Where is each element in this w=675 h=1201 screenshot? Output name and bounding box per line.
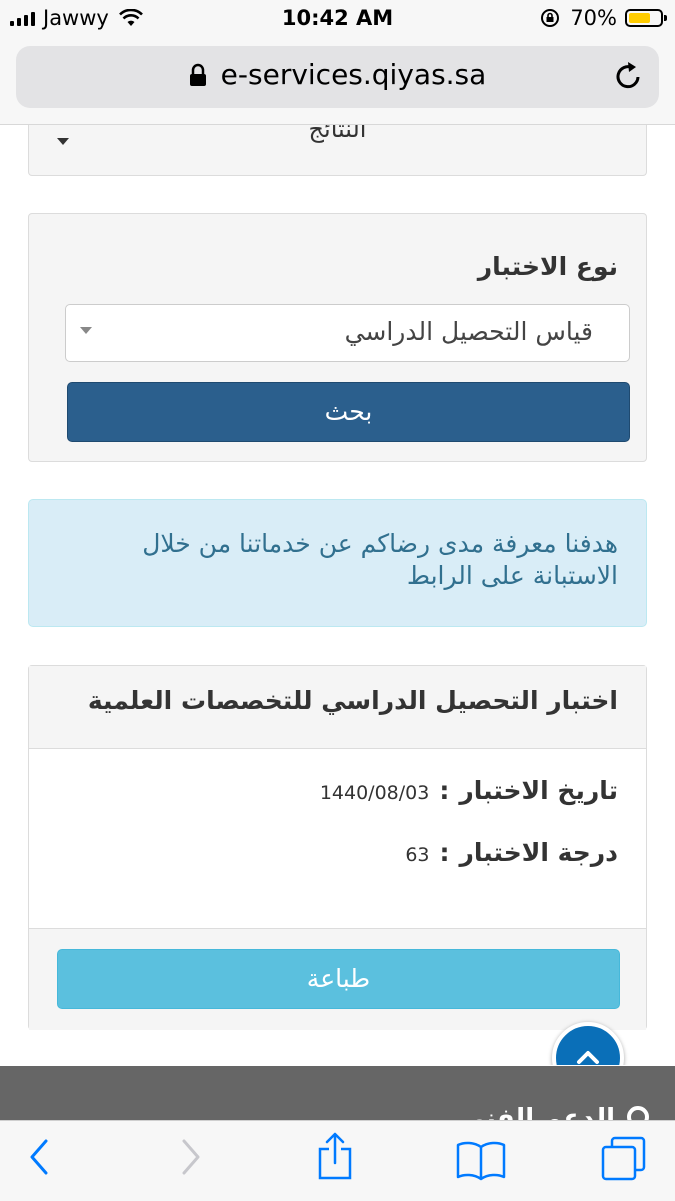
test-date-value: 1440/08/03	[319, 781, 430, 804]
caret-down-icon	[80, 327, 92, 334]
lock-icon	[189, 63, 206, 86]
colon: :	[439, 776, 450, 805]
test-grade-value: 63	[405, 843, 430, 866]
test-grade-label: درجة الاختبار	[459, 838, 619, 867]
test-type-title: نوع الاختبار	[477, 252, 618, 281]
reload-icon[interactable]	[613, 60, 643, 92]
url-text: e-services.qiyas.sa	[220, 58, 487, 91]
print-button[interactable]: طباعة	[57, 949, 620, 1009]
test-type-panel: نوع الاختبار قياس التحصيل الدراسي بحث	[28, 213, 647, 462]
browser-chrome: e-services.qiyas.sa	[0, 38, 675, 125]
battery-fill	[629, 13, 650, 23]
test-grade-row: درجة الاختبار : 63	[405, 838, 618, 867]
results-dropdown-label: النتائج	[308, 125, 367, 143]
battery-icon	[625, 9, 667, 27]
rotation-lock-icon	[541, 9, 560, 27]
address-bar[interactable]: e-services.qiyas.sa	[16, 46, 659, 108]
caret-down-icon	[57, 138, 69, 145]
chevron-up-icon	[577, 1051, 599, 1064]
test-type-select-value: قياس التحصيل الدراسي	[344, 317, 593, 346]
result-card-footer: طباعة	[29, 928, 646, 1030]
back-icon[interactable]	[28, 1137, 50, 1177]
survey-alert: هدفنا معرفة مدى رضاكم عن خدماتنا من خلال…	[28, 499, 647, 627]
tabs-icon[interactable]	[600, 1135, 648, 1183]
colon: :	[439, 838, 450, 867]
forward-icon[interactable]	[180, 1137, 202, 1177]
page-content: النتائج نوع الاختبار قياس التحصيل الدراس…	[0, 125, 675, 1065]
status-right: 70%	[540, 6, 667, 30]
results-dropdown[interactable]: النتائج	[28, 125, 647, 176]
test-date-row: تاريخ الاختبار : 1440/08/03	[320, 776, 618, 805]
result-card: اختبار التحصيل الدراسي للتخصصات العلمية …	[28, 665, 647, 1030]
survey-alert-text[interactable]: هدفنا معرفة مدى رضاكم عن خدماتنا من خلال…	[58, 528, 618, 592]
search-button[interactable]: بحث	[67, 382, 630, 442]
share-icon[interactable]	[316, 1131, 354, 1181]
test-date-label: تاريخ الاختبار	[459, 776, 618, 805]
battery-percent: 70%	[570, 6, 617, 30]
site-footer: الدعم الفني	[0, 1066, 675, 1126]
status-bar: Jawwy 10:42 AM 70%	[0, 0, 675, 38]
browser-toolbar	[0, 1120, 675, 1201]
bookmarks-icon[interactable]	[456, 1139, 506, 1181]
result-card-header: اختبار التحصيل الدراسي للتخصصات العلمية	[29, 666, 646, 749]
test-type-select[interactable]: قياس التحصيل الدراسي	[65, 304, 630, 362]
result-card-title: اختبار التحصيل الدراسي للتخصصات العلمية	[87, 686, 618, 715]
